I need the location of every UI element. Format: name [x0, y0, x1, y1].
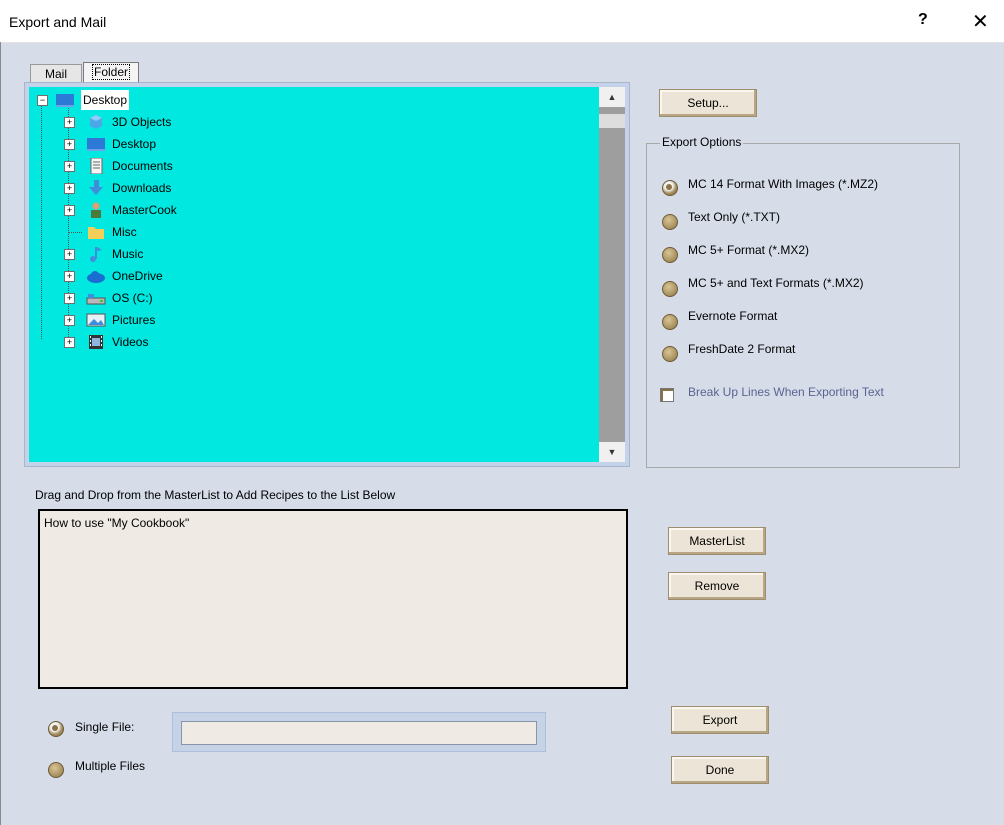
tab-mail-label: Mail [44, 67, 67, 81]
folder-tree[interactable]: − Desktop + 3D Objects + Desktop + Docum… [25, 83, 629, 466]
videos-icon [89, 335, 103, 349]
tree-item-label: Downloads [112, 181, 172, 195]
export-options-group [646, 143, 960, 468]
tree-item-pictures[interactable]: + Pictures [64, 310, 264, 330]
radio-icon[interactable] [662, 346, 678, 362]
tree-root-label: Desktop [81, 90, 130, 110]
masterlist-button[interactable]: MasterList [668, 527, 766, 555]
tree-item-music[interactable]: + Music [64, 244, 264, 264]
folder-icon [88, 227, 104, 239]
tree-item-onedrive[interactable]: + OneDrive [64, 266, 264, 286]
tree-item-downloads[interactable]: + Downloads [64, 178, 264, 198]
tree-item-label: Misc [112, 225, 137, 239]
tree-item-misc[interactable]: Misc [64, 222, 264, 242]
desktop-icon [87, 138, 105, 151]
single-file-label: Single File: [75, 720, 135, 734]
expand-icon[interactable]: + [64, 183, 75, 194]
window-title: Export and Mail [9, 14, 107, 30]
radio-selected-icon[interactable] [662, 180, 678, 196]
export-options-title: Export Options [660, 135, 744, 149]
filename-field-frame [172, 712, 546, 752]
close-button[interactable]: ✕ [972, 9, 989, 34]
tree-item-label: Music [112, 247, 144, 261]
tree-item-label: Desktop [112, 137, 157, 151]
tree-item-3d-objects[interactable]: + 3D Objects [64, 112, 264, 132]
remove-button[interactable]: Remove [668, 572, 766, 600]
title-bar: Export and Mail ? ✕ [0, 0, 1004, 43]
expand-icon[interactable]: + [64, 249, 75, 260]
export-option-label: Evernote Format [688, 309, 778, 323]
radio-icon[interactable] [48, 762, 64, 778]
break-lines-checkbox[interactable] [660, 388, 674, 402]
window-left-border [0, 42, 1, 825]
tree-root-desktop[interactable]: − Desktop [37, 90, 177, 110]
radio-icon[interactable] [662, 214, 678, 230]
filename-input[interactable] [181, 721, 537, 745]
tree-item-label: Documents [112, 159, 173, 173]
scroll-thumb[interactable] [599, 114, 625, 128]
collapse-icon[interactable]: − [37, 95, 48, 106]
radio-icon[interactable] [662, 314, 678, 330]
break-lines-label: Break Up Lines When Exporting Text [688, 385, 884, 399]
tree-item-label: MasterCook [112, 203, 177, 217]
export-option-label: MC 14 Format With Images (*.MZ2) [688, 177, 879, 191]
done-button[interactable]: Done [671, 756, 769, 784]
drag-drop-instruction: Drag and Drop from the MasterList to Add… [35, 488, 396, 502]
recipe-list[interactable]: How to use "My Cookbook" [38, 509, 628, 689]
tab-folder-label: Folder [91, 64, 130, 80]
scroll-down-icon[interactable]: ▼ [599, 442, 625, 462]
expand-icon[interactable]: + [64, 271, 75, 282]
pictures-icon [86, 313, 106, 327]
help-button[interactable]: ? [918, 11, 928, 29]
tree-item-label: OneDrive [112, 269, 163, 283]
3d-objects-icon [90, 115, 102, 129]
tree-connector-line [68, 232, 82, 233]
tree-item-label: OS (C:) [112, 291, 153, 305]
scroll-up-icon[interactable]: ▲ [599, 87, 625, 107]
export-option-label: MC 5+ and Text Formats (*.MX2) [688, 276, 864, 290]
expand-icon[interactable]: + [64, 139, 75, 150]
expand-icon[interactable]: + [64, 293, 75, 304]
radio-icon[interactable] [662, 281, 678, 297]
tab-mail[interactable]: Mail [30, 64, 82, 83]
tree-item-videos[interactable]: + Videos [64, 332, 264, 352]
tree-item-documents[interactable]: + Documents [64, 156, 264, 176]
export-option-label: Text Only (*.TXT) [688, 210, 781, 224]
expand-icon[interactable]: + [64, 337, 75, 348]
multiple-files-label: Multiple Files [75, 759, 146, 773]
radio-icon[interactable] [662, 247, 678, 263]
tab-folder[interactable]: Folder [83, 62, 139, 83]
tree-item-os-c[interactable]: + OS (C:) [64, 288, 264, 308]
export-option-label: FreshDate 2 Format [688, 342, 796, 356]
tree-connector-line [41, 103, 42, 339]
export-button[interactable]: Export [671, 706, 769, 734]
documents-icon [90, 158, 103, 174]
list-item[interactable]: How to use "My Cookbook" [44, 516, 189, 530]
tree-item-label: Videos [112, 335, 149, 349]
cloud-icon [87, 271, 105, 283]
expand-icon[interactable]: + [64, 315, 75, 326]
expand-icon[interactable]: + [64, 205, 75, 216]
folder-tree-content: − Desktop + 3D Objects + Desktop + Docum… [29, 87, 599, 462]
expand-icon[interactable]: + [64, 161, 75, 172]
radio-selected-icon[interactable] [48, 721, 64, 737]
tree-item-desktop[interactable]: + Desktop [64, 134, 264, 154]
setup-button[interactable]: Setup... [659, 89, 757, 117]
music-icon [90, 247, 102, 262]
desktop-icon [56, 94, 74, 107]
tree-item-label: 3D Objects [112, 115, 172, 129]
downloads-icon [89, 180, 103, 195]
tree-scrollbar[interactable]: ▲ ▼ [599, 87, 625, 462]
export-option-label: MC 5+ Format (*.MX2) [688, 243, 810, 257]
tree-item-mastercook[interactable]: + MasterCook [64, 200, 264, 220]
user-folder-icon [91, 202, 101, 218]
drive-icon [86, 294, 106, 305]
tree-item-label: Pictures [112, 313, 156, 327]
expand-icon[interactable]: + [64, 117, 75, 128]
